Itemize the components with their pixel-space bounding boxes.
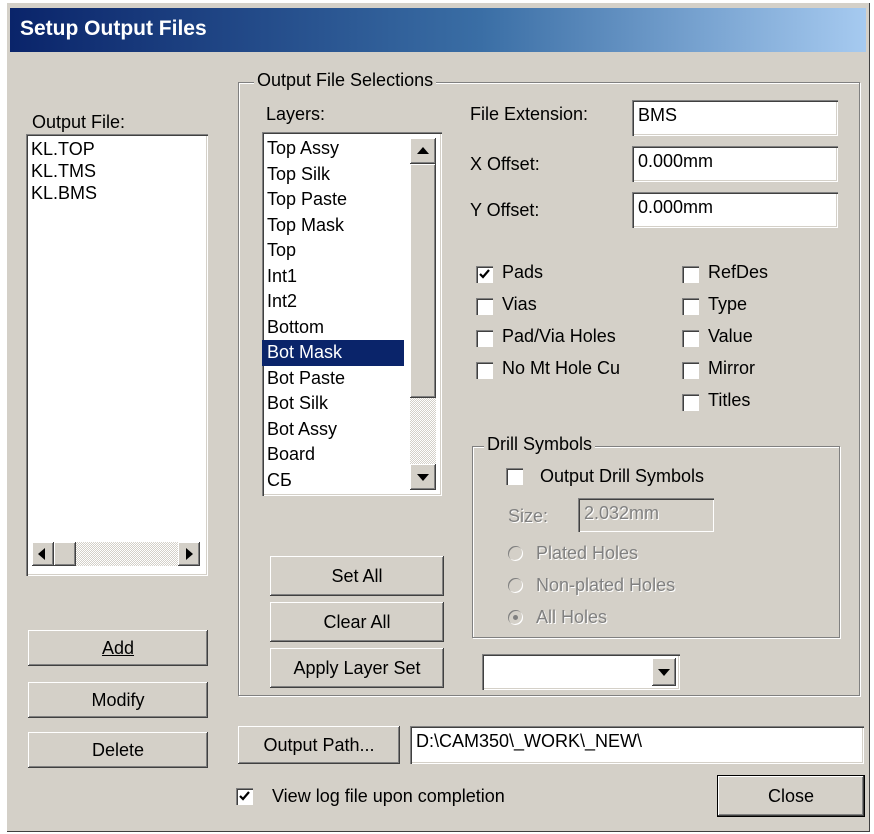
x-offset-input[interactable]: 0.000mm	[632, 146, 838, 182]
v-scroll-thumb[interactable]	[410, 164, 436, 398]
h-scroll-thumb[interactable]	[54, 542, 76, 566]
size-label: Size:	[508, 506, 549, 526]
scroll-down-button[interactable]	[410, 464, 436, 490]
output-drill-symbols-checkbox[interactable]	[506, 468, 523, 485]
drill-radio[interactable]	[508, 610, 523, 625]
chevron-down-icon	[658, 669, 670, 676]
layer-item[interactable]: Top Silk	[262, 162, 404, 188]
apply-layer-set-button[interactable]: Apply Layer Set	[270, 648, 444, 688]
arrow-up-icon	[417, 147, 429, 154]
layers-label: Layers:	[266, 104, 326, 124]
layer-item[interactable]: Bot Paste	[262, 366, 404, 392]
set-all-button[interactable]: Set All	[270, 556, 444, 596]
scroll-left-button[interactable]	[32, 542, 54, 566]
layer-item[interactable]: CБ	[262, 468, 404, 493]
option-checkbox[interactable]	[682, 394, 699, 411]
window-title: Setup Output Files	[20, 17, 207, 40]
delete-button[interactable]: Delete	[28, 732, 208, 768]
layer-item[interactable]: Board	[262, 442, 404, 468]
view-log-label: View log file upon completion	[272, 786, 505, 806]
layer-item[interactable]: Top Paste	[262, 187, 404, 213]
option-checkbox[interactable]	[476, 266, 493, 283]
layer-item[interactable]: Bot Assy	[262, 417, 404, 443]
option-checkbox[interactable]	[476, 298, 493, 315]
drill-radio[interactable]	[508, 578, 523, 593]
arrow-left-icon	[38, 548, 45, 560]
scroll-right-button[interactable]	[178, 542, 200, 566]
arrow-down-icon	[417, 474, 429, 481]
option-checkbox[interactable]	[682, 330, 699, 347]
option-label: Pads	[502, 262, 544, 282]
option-label: Vias	[502, 294, 537, 314]
layer-item[interactable]: Int2	[262, 289, 404, 315]
title-bar[interactable]: Setup Output Files	[10, 8, 866, 52]
size-input[interactable]: 2.032mm	[578, 498, 714, 532]
layers-list[interactable]: Top Assy Top Silk Top Paste Top Mask Top Int1…	[262, 132, 442, 496]
drill-radio-label: Non-plated Holes	[536, 575, 676, 595]
layer-item[interactable]: Top Mask	[262, 213, 404, 239]
x-offset-label: X Offset:	[470, 154, 540, 174]
layer-item[interactable]: Top	[262, 238, 404, 264]
add-button[interactable]: Add	[28, 630, 208, 666]
option-checkbox[interactable]	[682, 266, 699, 283]
option-label: Value	[708, 326, 753, 346]
drill-radio-label: All Holes	[536, 607, 608, 627]
output-file-list[interactable]: KL.TOP KL.TMS KL.BMS	[26, 134, 208, 576]
arrow-right-icon	[186, 548, 193, 560]
option-label: Pad/Via Holes	[502, 326, 616, 346]
output-file-item[interactable]: KL.BMS	[26, 182, 208, 204]
option-checkbox[interactable]	[682, 362, 699, 379]
output-file-item[interactable]: KL.TMS	[26, 160, 208, 182]
option-label: Mirror	[708, 358, 755, 378]
layer-item[interactable]: Bot Silk	[262, 391, 404, 417]
option-label: Type	[708, 294, 748, 314]
option-label: Titles	[708, 390, 751, 410]
output-drill-symbols-label: Output Drill Symbols	[540, 466, 705, 486]
scroll-up-button[interactable]	[410, 138, 436, 164]
layer-set-dropdown[interactable]	[482, 654, 680, 690]
option-checkbox[interactable]	[476, 330, 493, 347]
y-offset-label: Y Offset:	[470, 200, 540, 220]
layer-item[interactable]: Int1	[262, 264, 404, 290]
option-label: No Mt Hole Cu	[502, 358, 621, 378]
option-checkbox[interactable]	[476, 362, 493, 379]
view-log-checkbox[interactable]	[236, 788, 253, 805]
output-path-button[interactable]: Output Path...	[238, 726, 400, 764]
modify-button[interactable]: Modify	[28, 682, 208, 718]
drill-symbols-title: Drill Symbols	[484, 434, 596, 455]
output-file-selections-title: Output File Selections	[254, 70, 437, 91]
layer-item[interactable]: Top Assy	[262, 136, 404, 162]
output-file-item[interactable]: KL.TOP	[26, 138, 208, 160]
file-extension-label: File Extension:	[470, 104, 589, 124]
output-file-label: Output File:	[32, 112, 126, 132]
clear-all-button[interactable]: Clear All	[270, 602, 444, 642]
file-extension-input[interactable]: BMS	[632, 100, 838, 136]
close-button[interactable]: Close	[718, 776, 864, 816]
y-offset-input[interactable]: 0.000mm	[632, 192, 838, 228]
option-checkbox[interactable]	[682, 298, 699, 315]
option-label: RefDes	[708, 262, 769, 282]
dropdown-arrow-button[interactable]	[652, 658, 676, 686]
output-path-input[interactable]: D:\CAM350\_WORK\_NEW\	[410, 726, 864, 764]
drill-radio[interactable]	[508, 546, 523, 561]
layer-item[interactable]: Bottom	[262, 315, 404, 341]
drill-radio-label: Plated Holes	[536, 543, 639, 563]
layer-item[interactable]: Bot Mask	[262, 340, 404, 366]
